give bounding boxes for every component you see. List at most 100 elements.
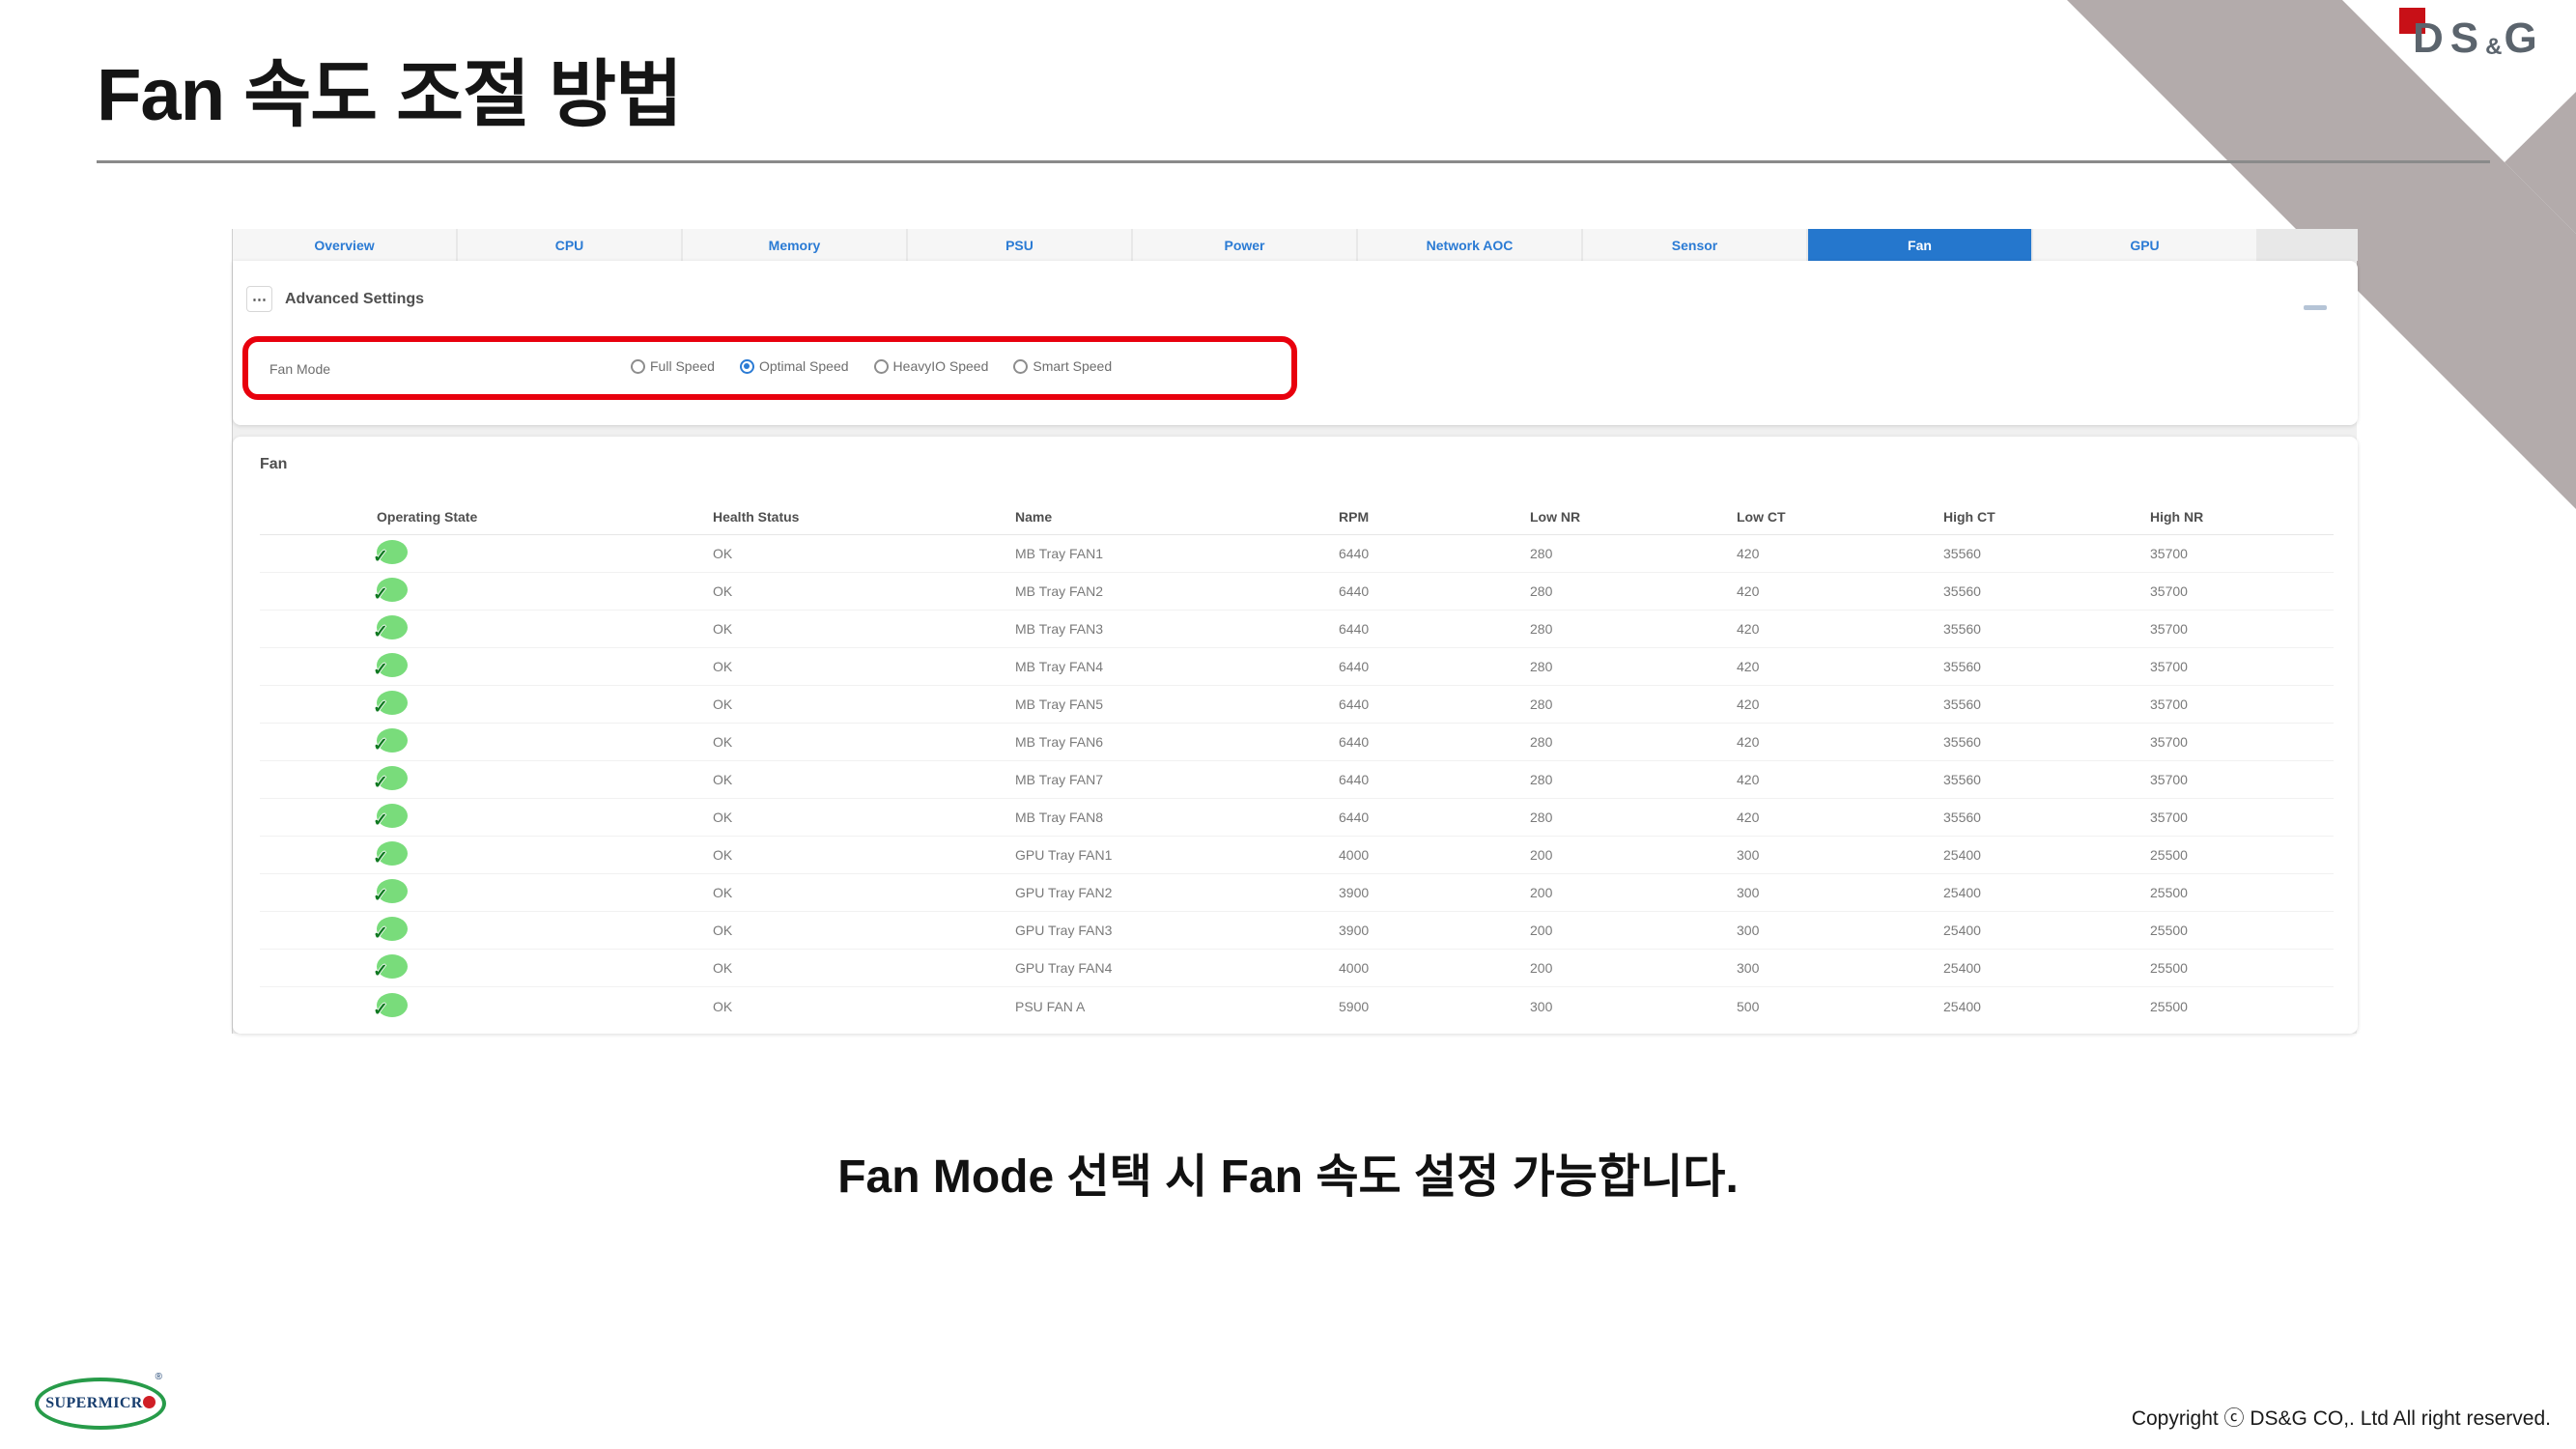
column-header: Operating State [377,509,713,525]
column-header: RPM [1339,509,1530,525]
fan-mode-radio[interactable]: HeavyIO Speed [874,358,989,374]
tab-cpu[interactable]: CPU [458,229,681,261]
rpm-cell: 5900 [1339,999,1530,1014]
tab-psu[interactable]: PSU [908,229,1131,261]
tab-memory[interactable]: Memory [683,229,906,261]
name-cell: GPU Tray FAN2 [1015,885,1339,900]
table-body: ✓ OK MB Tray FAN1 6440 280 420 35560 357… [260,535,2334,1025]
low-ct-cell: 420 [1737,659,1943,674]
table-row: ✓ OK MB Tray FAN5 6440 280 420 35560 357… [260,686,2334,724]
tab-label: PSU [1005,238,1033,253]
health-status-cell: OK [713,659,1015,674]
tab-power[interactable]: Power [1133,229,1356,261]
fan-mode-radio[interactable]: Optimal Speed [740,358,849,374]
operating-state-cell: ✓ [377,766,713,793]
radio-icon [874,359,889,374]
table-row: ✓ OK MB Tray FAN3 6440 280 420 35560 357… [260,611,2334,648]
table-row: ✓ OK MB Tray FAN2 6440 280 420 35560 357… [260,573,2334,611]
more-options-button[interactable]: ⋯ [246,286,272,312]
low-ct-cell: 300 [1737,960,1943,976]
low-ct-cell: 500 [1737,999,1943,1014]
high-nr-cell: 25500 [2150,885,2334,900]
health-status-cell: OK [713,621,1015,637]
name-cell: MB Tray FAN4 [1015,659,1339,674]
low-ct-cell: 420 [1737,696,1943,712]
operating-state-cell: ✓ [377,841,713,868]
radio-label: Optimal Speed [759,358,849,374]
table-row: ✓ OK MB Tray FAN1 6440 280 420 35560 357… [260,535,2334,573]
high-ct-cell: 35560 [1943,583,2150,599]
bmc-screenshot: Overview CPUMemory PSU PowerNetwork AOCSens… [232,229,2357,1034]
rpm-cell: 4000 [1339,960,1530,976]
name-cell: GPU Tray FAN4 [1015,960,1339,976]
health-status-cell: OK [713,960,1015,976]
operating-state-cell: ✓ [377,578,713,605]
table-row: ✓ OK MB Tray FAN6 6440 280 420 35560 357… [260,724,2334,761]
low-ct-cell: 420 [1737,734,1943,750]
health-status-cell: OK [713,885,1015,900]
high-ct-cell: 35560 [1943,696,2150,712]
name-cell: GPU Tray FAN1 [1015,847,1339,863]
low-nr-cell: 280 [1530,621,1737,637]
low-nr-cell: 280 [1530,659,1737,674]
high-nr-cell: 35700 [2150,810,2334,825]
tab-overview[interactable]: Overview [233,229,456,261]
ok-status-icon: ✓ [377,653,408,677]
page-title: Fan 속도 조절 방법 [97,35,682,141]
rpm-cell: 4000 [1339,847,1530,863]
tab-label: Overview [314,238,374,253]
health-status-cell: OK [713,999,1015,1014]
low-nr-cell: 300 [1530,999,1737,1014]
high-ct-cell: 25400 [1943,885,2150,900]
high-nr-cell: 25500 [2150,999,2334,1014]
advanced-settings-panel: ⋯ Advanced Settings Fan Mode Full Speed … [233,261,2358,425]
tab-label: Fan [1908,238,1932,253]
low-nr-cell: 280 [1530,734,1737,750]
operating-state-cell: ✓ [377,993,713,1020]
rpm-cell: 6440 [1339,659,1530,674]
health-status-cell: OK [713,923,1015,938]
radio-icon [1013,359,1028,374]
tab-network-aoc[interactable]: Network AOC [1358,229,1581,261]
low-ct-cell: 420 [1737,546,1943,561]
ok-status-icon: ✓ [377,728,408,753]
ok-status-icon: ✓ [377,993,408,1017]
low-nr-cell: 280 [1530,583,1737,599]
fan-mode-radio[interactable]: Smart Speed [1013,358,1112,374]
tab-gpu[interactable]: GPU [2033,229,2256,261]
copyright-text: Copyright ⓒ DS&G CO,. Ltd All right rese… [2132,1403,2551,1432]
rpm-cell: 6440 [1339,621,1530,637]
fan-section-title: Fan [260,456,287,473]
ok-status-icon: ✓ [377,879,408,903]
ok-status-icon: ✓ [377,917,408,941]
operating-state-cell: ✓ [377,540,713,567]
high-ct-cell: 25400 [1943,999,2150,1014]
column-header: Low CT [1737,509,1943,525]
radio-label: Smart Speed [1033,358,1112,374]
low-ct-cell: 420 [1737,583,1943,599]
tab-fan[interactable]: Fan [1808,229,2031,261]
name-cell: MB Tray FAN5 [1015,696,1339,712]
radio-icon [631,359,645,374]
collapse-icon[interactable] [2304,305,2327,310]
fan-mode-radio[interactable]: Full Speed [631,358,715,374]
low-nr-cell: 200 [1530,960,1737,976]
high-ct-cell: 35560 [1943,659,2150,674]
low-nr-cell: 200 [1530,847,1737,863]
health-status-cell: OK [713,696,1015,712]
operating-state-cell: ✓ [377,954,713,981]
ok-status-icon: ✓ [377,540,408,564]
table-row: ✓ OK PSU FAN A 5900 300 500 25400 25500 [260,987,2334,1025]
ok-status-icon: ✓ [377,804,408,828]
tab-sensor[interactable]: Sensor [1583,229,1806,261]
ok-status-icon: ✓ [377,615,408,639]
column-header: Name [1015,509,1339,525]
table-row: ✓ OK GPU Tray FAN4 4000 200 300 25400 25… [260,950,2334,987]
table-row: ✓ OK MB Tray FAN4 6440 280 420 35560 357… [260,648,2334,686]
health-status-cell: OK [713,772,1015,787]
rpm-cell: 6440 [1339,734,1530,750]
operating-state-cell: ✓ [377,804,713,831]
high-nr-cell: 35700 [2150,772,2334,787]
rpm-cell: 6440 [1339,772,1530,787]
registered-mark: ® [156,1372,162,1382]
